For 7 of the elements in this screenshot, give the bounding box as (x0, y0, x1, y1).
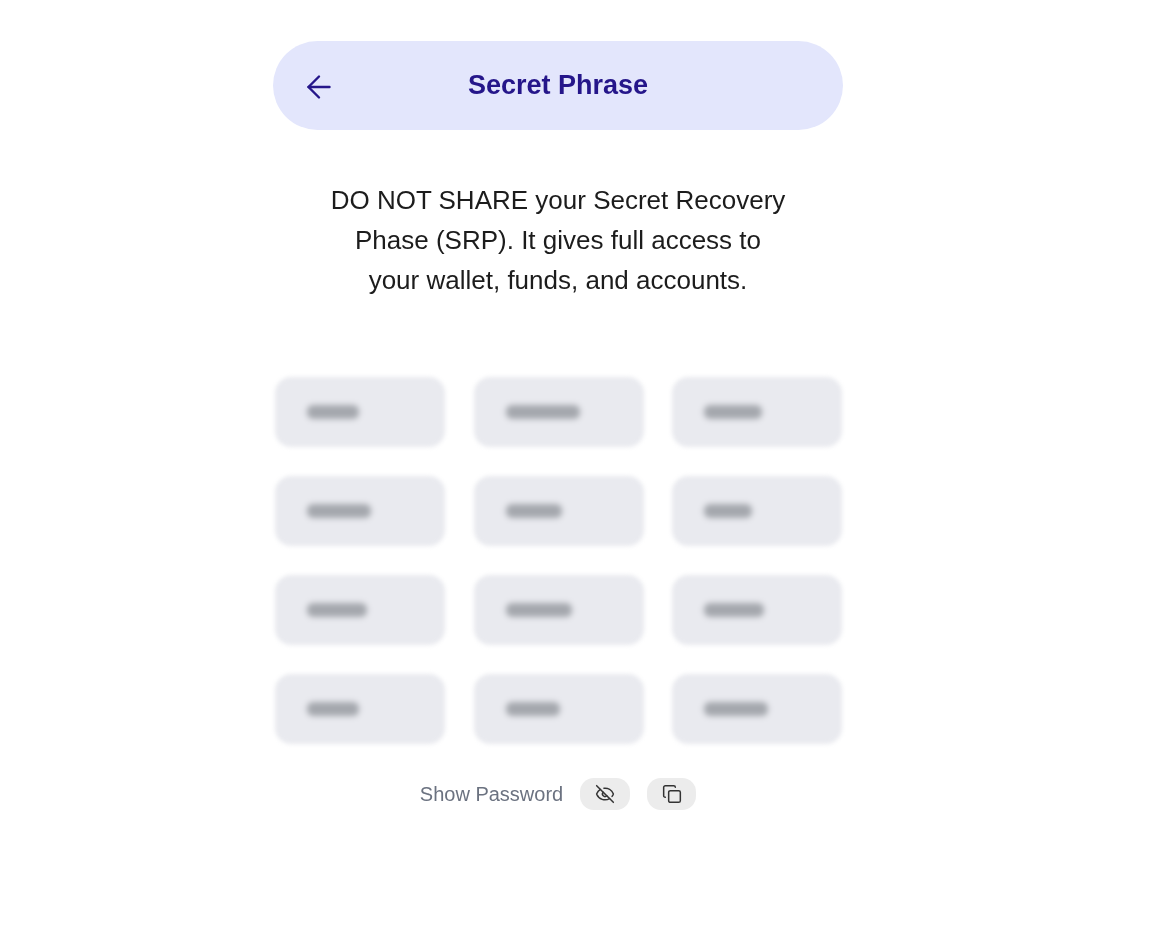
warning-text: DO NOT SHARE your Secret Recovery Phase (SRP). It gives full access to your wallet, funds, and accounts. (329, 184, 787, 297)
copy-icon (661, 784, 682, 804)
toggle-visibility-button[interactable] (580, 778, 631, 810)
show-password-label: Show Password (419, 782, 564, 807)
copy-button[interactable] (647, 778, 697, 810)
eye-off-icon (595, 784, 616, 804)
page-title: Secret Phrase (467, 72, 649, 99)
